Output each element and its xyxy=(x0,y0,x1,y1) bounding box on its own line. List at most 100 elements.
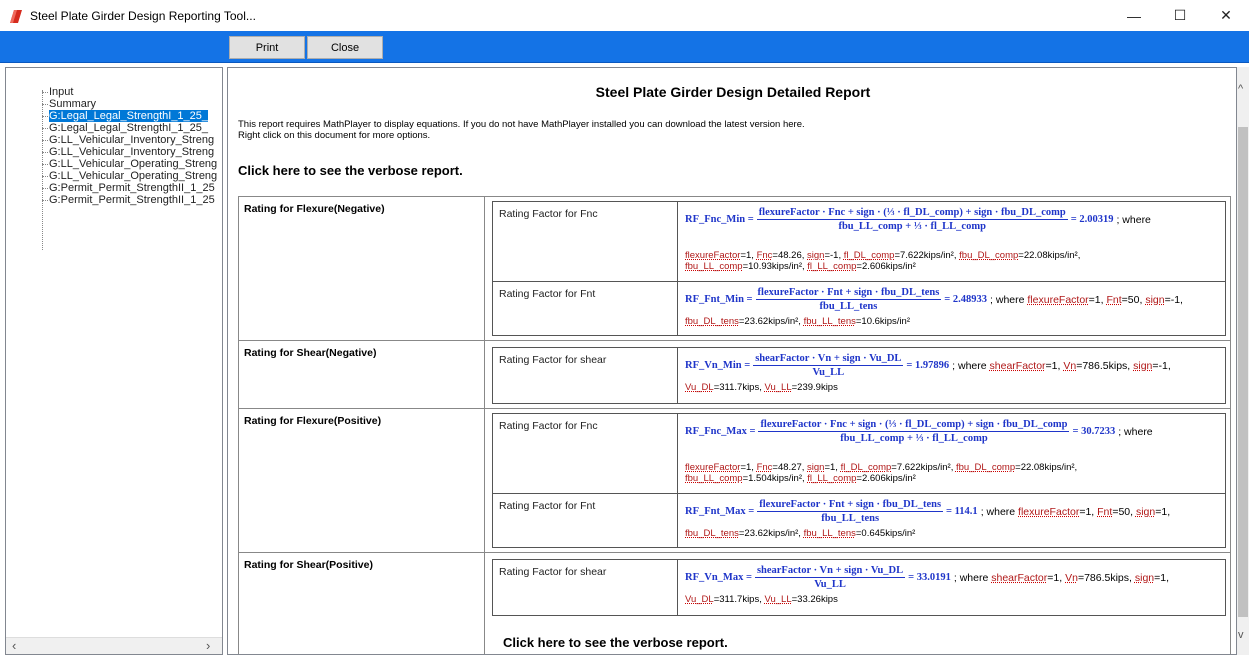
notice-line-1: This report requires MathPlayer to displ… xyxy=(238,119,805,130)
variable-name: flexureFactor xyxy=(1018,505,1080,518)
rating-table: Rating for Flexure(Negative) Rating Facto… xyxy=(238,196,1231,654)
verbose-report-link-top[interactable]: Click here to see the verbose report. xyxy=(238,163,463,178)
variables-line-2: fbu_LL_comp=10.93kips/in², fl_LL_comp=2.… xyxy=(685,261,916,272)
report-tree: Input Summary G:Legal_Legal_StrengthI_1_25… xyxy=(5,67,223,655)
equation-result: = 30.7233 xyxy=(1072,426,1116,437)
scroll-left-icon[interactable]: ‹ xyxy=(12,638,16,653)
toolbar: Print Close xyxy=(0,31,1249,63)
close-button[interactable]: Close xyxy=(307,36,383,59)
variables-line-1: Vu_DL=311.7kips, Vu_LL=33.26kips xyxy=(685,594,838,605)
variables-line-1: Vu_DL=311.7kips, Vu_LL=239.9kips xyxy=(685,382,838,393)
section-label: Rating for Flexure(Positive) xyxy=(239,409,485,552)
rating-factor-row: Rating Factor for Fnt RF_Fnt_Max = flexure… xyxy=(493,494,1225,548)
variable-name: Fnc xyxy=(756,462,773,473)
variable-name: fbu_LL_comp xyxy=(685,261,743,272)
tree-item[interactable]: G:LL_Vehicular_Inventory_Streng xyxy=(6,134,222,146)
variable-name: shearFactor xyxy=(991,571,1048,584)
equation-fraction: flexureFactor · Fnc + sign · (⅓ · fl_DL_… xyxy=(756,207,1068,232)
variable-name: Vn xyxy=(1065,571,1078,584)
rating-factor-label: Rating Factor for Fnc xyxy=(493,202,678,281)
rating-factor-row: Rating Factor for Fnt RF_Fnt_Min = flexure… xyxy=(493,282,1225,336)
variable-name: fbu_DL_comp xyxy=(955,462,1016,473)
minimize-button[interactable]: — xyxy=(1111,0,1157,31)
equation-variables: flexureFactor=1, Fnc=48.27, sign=1, fl_D… xyxy=(685,462,1221,484)
tree-list: Input Summary G:Legal_Legal_StrengthI_1_25… xyxy=(6,86,222,206)
tree-item-label: G:LL_Vehicular_Operating_Streng xyxy=(49,158,218,170)
tree-branch-line xyxy=(42,200,48,201)
equation-numerator: flexureFactor · Fnt + sign · fbu_DL_tens xyxy=(757,499,944,512)
close-window-button[interactable]: ✕ xyxy=(1203,0,1249,31)
window-title: Steel Plate Girder Design Reporting Tool… xyxy=(30,8,256,23)
variable-name: Fnt xyxy=(1097,505,1113,518)
variable-name: flexureFactor xyxy=(1027,293,1089,306)
variables-line-2: fbu_LL_comp=1.504kips/in², fl_LL_comp=2.… xyxy=(685,473,916,484)
tree-branch-line xyxy=(42,140,48,141)
tree-item[interactable]: Summary xyxy=(6,98,222,110)
tree-item-label: G:LL_Vehicular_Operating_Streng xyxy=(49,170,218,182)
scrollbar-thumb[interactable] xyxy=(1238,127,1248,617)
verbose-report-link-bottom[interactable]: Click here to see the verbose report. xyxy=(503,635,728,650)
tree-horizontal-scrollbar[interactable]: ‹ › xyxy=(6,637,222,654)
scroll-down-icon[interactable]: v xyxy=(1238,629,1244,641)
equation-lhs: RF_Vn_Min = xyxy=(685,360,751,371)
equation-denominator: Vu_LL xyxy=(814,579,846,590)
section-label: Rating for Shear(Positive) xyxy=(239,553,485,654)
scroll-right-icon[interactable]: › xyxy=(206,638,210,653)
equation: RF_Fnt_Min = flexureFactor · Fnt + sign ·… xyxy=(685,287,1183,312)
equation-result: = 1.97896 xyxy=(906,360,950,371)
report-title: Steel Plate Girder Design Detailed Repor… xyxy=(595,84,871,100)
report-pane: Steel Plate Girder Design Detailed Repor… xyxy=(227,67,1237,655)
tree-item[interactable]: Input xyxy=(6,86,222,98)
tree-item[interactable]: G:Permit_Permit_StrengthII_1_25 xyxy=(6,194,222,206)
equation-variables: flexureFactor=1, Fnc=48.26, sign=-1, fl_… xyxy=(685,250,1221,272)
tree-item-label: G:LL_Vehicular_Inventory_Streng xyxy=(49,146,215,158)
rating-factor-label: Rating Factor for Fnt xyxy=(493,282,678,336)
tree-branch-line xyxy=(42,92,48,93)
rating-factor-row: Rating Factor for shear RF_Vn_Max = shearF… xyxy=(493,560,1225,616)
variable-name: fbu_LL_tens xyxy=(803,316,856,327)
variable-name: Fnc xyxy=(756,250,773,261)
equation-where: ; where xyxy=(1116,213,1151,226)
variable-name: fl_LL_comp xyxy=(807,261,857,272)
tree-item[interactable]: G:LL_Vehicular_Operating_Streng xyxy=(6,170,222,182)
tree-item[interactable]: G:Legal_Legal_StrengthI_1_25_ xyxy=(6,110,222,122)
tree-item[interactable]: G:Permit_Permit_StrengthII_1_25 xyxy=(6,182,222,194)
equation-fraction: shearFactor · Vn + sign · Vu_DL Vu_LL xyxy=(753,353,904,378)
equation-variables: Vu_DL=311.7kips, Vu_LL=33.26kips xyxy=(685,594,1221,605)
variable-name: Vu_DL xyxy=(685,382,714,393)
equation-denominator: fbu_LL_tens xyxy=(819,301,878,312)
equation-fraction: shearFactor · Vn + sign · Vu_DL Vu_LL xyxy=(754,565,906,590)
equation-where: ; where xyxy=(1118,425,1153,438)
equation-fraction: flexureFactor · Fnc + sign · (⅓ · fl_DL_… xyxy=(758,419,1070,444)
equation-numerator: shearFactor · Vn + sign · Vu_DL xyxy=(753,353,904,366)
variable-name: Fnt xyxy=(1106,293,1122,306)
tree-item[interactable]: G:LL_Vehicular_Operating_Streng xyxy=(6,158,222,170)
equation: RF_Fnc_Max = flexureFactor · Fnc + sign ·… xyxy=(685,419,1153,444)
variable-name: fbu_DL_comp xyxy=(959,250,1019,261)
variables-line-1: flexureFactor=1, Fnc=48.26, sign=-1, fl_… xyxy=(685,250,1081,261)
rating-factor-label: Rating Factor for shear xyxy=(493,560,678,616)
tree-item[interactable]: G:Legal_Legal_StrengthI_1_25_ xyxy=(6,122,222,134)
scroll-up-icon[interactable]: ^ xyxy=(1238,83,1243,95)
equation-where: ; where shearFactor=1, Vn=786.5kips, sig… xyxy=(952,359,1171,372)
equation-variables: fbu_DL_tens=23.62kips/in², fbu_LL_tens=0… xyxy=(685,528,1221,539)
variables-line-1: flexureFactor=1, Fnc=48.27, sign=1, fl_D… xyxy=(685,462,1078,473)
equation-cell: RF_Fnt_Min = flexureFactor · Fnt + sign ·… xyxy=(683,282,1223,336)
variable-name: fbu_DL_tens xyxy=(685,316,739,327)
tree-item[interactable]: G:LL_Vehicular_Inventory_Streng xyxy=(6,146,222,158)
equation-numerator: shearFactor · Vn + sign · Vu_DL xyxy=(754,565,906,578)
variable-name: shearFactor xyxy=(989,359,1046,372)
variables-line-1: fbu_DL_tens=23.62kips/in², fbu_LL_tens=0… xyxy=(685,528,916,539)
rating-factor-row: Rating Factor for Fnc RF_Fnc_Min = flexure… xyxy=(493,202,1225,282)
maximize-button[interactable]: ☐ xyxy=(1157,0,1203,31)
section-label: Rating for Shear(Negative) xyxy=(239,341,485,408)
print-button[interactable]: Print xyxy=(229,36,305,59)
tree-branch-line xyxy=(42,176,48,177)
minimize-icon: — xyxy=(1127,7,1141,24)
equation-cell: RF_Vn_Min = shearFactor · Vn + sign · Vu_… xyxy=(683,348,1223,404)
report-vertical-scrollbar[interactable]: ^ v xyxy=(1237,67,1249,655)
equation-where: ; where shearFactor=1, Vn=786.5kips, sig… xyxy=(953,571,1170,584)
variable-name: fl_LL_comp xyxy=(807,473,857,484)
section-label: Rating for Flexure(Negative) xyxy=(239,197,485,340)
rating-factor-table: Rating Factor for Fnc RF_Fnc_Min = flexure… xyxy=(492,201,1226,336)
